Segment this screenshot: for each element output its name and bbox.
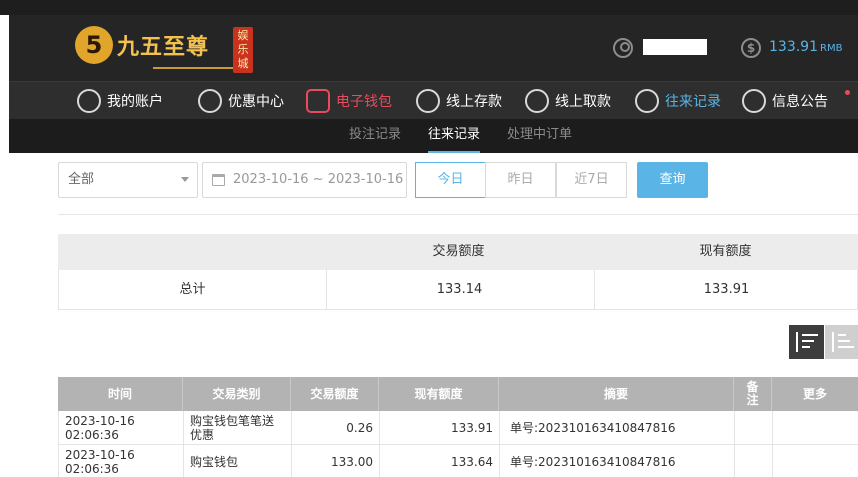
tab-transaction-records[interactable]: 往来记录	[428, 119, 481, 153]
username-redacted	[643, 39, 707, 55]
today-button[interactable]: 今日	[415, 162, 486, 198]
gift-icon	[198, 89, 222, 113]
balance-unit: RMB	[820, 43, 843, 54]
top-strip	[0, 0, 858, 15]
sort-asc-icon	[832, 332, 834, 352]
yesterday-button[interactable]: 昨日	[485, 162, 556, 198]
type-select-value: 全部	[68, 172, 95, 187]
sort-bar	[802, 340, 814, 342]
th-type: 交易类别	[183, 377, 291, 411]
summary-header: 交易额度 现有额度	[58, 234, 858, 270]
nav-item-promotions[interactable]: 优惠中心	[198, 82, 284, 120]
cell-time: 2023-10-16 02:06:36	[59, 411, 184, 445]
sort-bar	[838, 340, 850, 342]
sort-desc-icon	[796, 332, 798, 352]
nav-item-account[interactable]: 我的账户	[77, 82, 163, 120]
sub-tabs: 投注记录 往来记录 处理中订单	[9, 119, 858, 153]
page-root: 5 九五至尊 娱乐城 $ 133.91 RMB 我的账户 优惠中心 电子钱包 线上…	[0, 0, 858, 477]
cell-amount: 133.00	[292, 445, 380, 477]
cell-remark	[735, 445, 773, 477]
tab-pending-orders[interactable]: 处理中订单	[507, 119, 572, 153]
chevron-down-icon	[181, 177, 189, 182]
wallet-icon	[306, 89, 330, 113]
cell-type: 购宝钱包笔笔送优惠	[184, 411, 292, 445]
records-table-header: 时间 交易类别 交易额度 现有额度 摘要 备注 更多	[58, 377, 858, 411]
th-time: 时间	[58, 377, 183, 411]
sort-descending-button[interactable]	[789, 325, 824, 359]
user-icon	[613, 38, 633, 58]
sort-ascending-button[interactable]	[825, 325, 858, 359]
header-balance: 133.91 RMB	[769, 39, 842, 55]
sort-bar	[838, 334, 846, 336]
cell-more	[773, 411, 858, 445]
site-logo[interactable]: 5 九五至尊 娱乐城	[75, 23, 265, 75]
user-icon	[77, 89, 101, 113]
cell-summary: 单号:202310163410847816	[500, 445, 735, 477]
summary-total-amount: 133.14	[436, 282, 483, 297]
date-range-value: 2023-10-16 ~ 2023-10-16	[233, 172, 404, 187]
cell-time: 2023-10-16 02:06:36	[59, 445, 184, 477]
cell-type: 购宝钱包	[184, 445, 292, 477]
nav-label: 电子钱包	[336, 94, 392, 110]
nav-label: 线上存款	[446, 94, 502, 110]
nav-item-deposit[interactable]: 线上存款	[416, 82, 502, 120]
logo-tag: 娱乐城	[233, 27, 253, 73]
nav-item-announcements[interactable]: 信息公告	[742, 82, 828, 120]
bell-icon	[742, 89, 766, 113]
nav-label: 线上取款	[555, 94, 611, 110]
nav-item-wallet[interactable]: 电子钱包	[306, 82, 392, 120]
table-row: 2023-10-16 02:06:36 购宝钱包 133.00 133.64 单…	[58, 445, 858, 477]
nav-label: 优惠中心	[228, 94, 284, 110]
sort-bar	[838, 346, 854, 348]
cell-summary: 单号:202310163410847816	[500, 411, 735, 445]
cell-more	[773, 445, 858, 477]
type-select[interactable]: 全部	[58, 162, 198, 198]
withdraw-icon	[525, 89, 549, 113]
cell-balance: 133.64	[380, 445, 500, 477]
deposit-icon	[416, 89, 440, 113]
summary-header-balance: 现有额度	[699, 244, 752, 259]
site-header: 5 九五至尊 娱乐城 $ 133.91 RMB	[9, 15, 858, 81]
last-7-days-button[interactable]: 近7日	[556, 162, 627, 198]
logo-mark: 5	[75, 26, 113, 64]
records-icon	[635, 89, 659, 113]
nav-label: 信息公告	[772, 94, 828, 110]
logo-ornament	[153, 67, 233, 69]
logo-text: 九五至尊	[117, 34, 210, 60]
divider	[58, 214, 858, 215]
balance-value: 133.91	[769, 39, 818, 55]
main-nav: 我的账户 优惠中心 电子钱包 线上存款 线上取款 往来记录 信息公告	[9, 81, 858, 119]
nav-label: 我的账户	[107, 94, 163, 110]
sort-bar	[802, 334, 818, 336]
nav-item-withdraw[interactable]: 线上取款	[525, 82, 611, 120]
cell-remark	[735, 411, 773, 445]
summary-header-amount: 交易额度	[432, 244, 485, 259]
th-remark: 备注	[734, 377, 772, 411]
nav-item-records[interactable]: 往来记录	[635, 82, 721, 120]
date-range-input[interactable]: 2023-10-16 ~ 2023-10-16	[202, 162, 407, 198]
summary-total-label: 总计	[179, 282, 206, 297]
cell-amount: 0.26	[292, 411, 380, 445]
th-balance: 现有额度	[379, 377, 499, 411]
nav-label: 往来记录	[665, 94, 721, 110]
tab-bet-records[interactable]: 投注记录	[349, 119, 401, 153]
notification-dot	[845, 90, 850, 95]
query-button[interactable]: 查询	[637, 162, 708, 198]
table-row: 2023-10-16 02:06:36 购宝钱包笔笔送优惠 0.26 133.9…	[58, 411, 858, 445]
summary-total-balance: 133.91	[703, 282, 750, 297]
summary-row: 总计 133.14 133.91	[58, 270, 858, 310]
th-amount: 交易额度	[291, 377, 379, 411]
cell-balance: 133.91	[380, 411, 500, 445]
calendar-icon	[212, 174, 225, 186]
th-summary: 摘要	[499, 377, 734, 411]
sort-bar	[802, 346, 810, 348]
th-more: 更多	[802, 386, 827, 401]
dollar-icon: $	[741, 38, 761, 58]
